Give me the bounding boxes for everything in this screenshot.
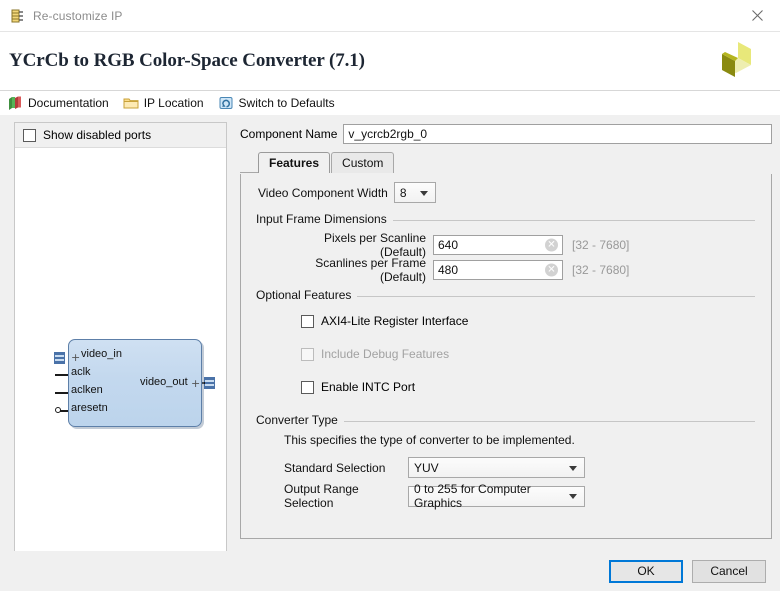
axi4-lite-register-interface-row[interactable]: AXI4-Lite Register Interface [301, 314, 468, 328]
output-range-selection-label: Output Range Selection [284, 482, 359, 510]
port-stub-video-in [54, 352, 65, 364]
port-label-aresetn: aresetn [71, 402, 108, 414]
settings-panel: Component Name v_ycrcb2rgb_0 Features Cu… [240, 115, 772, 551]
group-divider [343, 420, 755, 422]
pixels-per-scanline-row: Pixels per Scanline (Default) 640 ✕ [32 … [276, 231, 755, 259]
ports-panel: Show disabled ports + video_in aclk aclk… [14, 122, 227, 559]
include-debug-features-checkbox [301, 347, 314, 361]
window-title: Re-customize IP [33, 8, 123, 23]
pixels-per-scanline-hint: [32 - 7680] [572, 238, 630, 252]
converter-type-description: This specifies the type of converter to … [284, 433, 575, 447]
standard-selection-label: Standard Selection [284, 460, 386, 475]
switch-to-defaults-label: Switch to Defaults [238, 96, 335, 110]
books-icon [7, 95, 23, 111]
show-disabled-ports-row[interactable]: Show disabled ports [15, 123, 226, 148]
clear-icon[interactable]: ✕ [545, 238, 558, 252]
include-debug-features-row: Include Debug Features [301, 347, 449, 361]
video-component-width-label: Video Component Width [258, 185, 388, 200]
scanlines-per-frame-label: Scanlines per Frame (Default) [315, 256, 426, 284]
enable-intc-port-checkbox[interactable] [301, 380, 314, 394]
port-label-aclken: aclken [71, 384, 103, 396]
refresh-icon [218, 95, 234, 111]
output-range-selection-row: Output Range Selection 0 to 255 for Comp… [284, 482, 585, 510]
optional-features-title: Optional Features [256, 288, 352, 302]
ip-location-label: IP Location [143, 96, 204, 110]
component-name-row: Component Name v_ycrcb2rgb_0 [240, 115, 772, 145]
chevron-down-icon [419, 190, 428, 196]
tab-features[interactable]: Features [258, 152, 331, 173]
input-frame-dimensions-title: Input Frame Dimensions [256, 212, 387, 226]
standard-selection-value: YUV [414, 460, 439, 475]
scanlines-per-frame-row: Scanlines per Frame (Default) 480 ✕ [32 … [276, 256, 755, 284]
switch-to-defaults-button[interactable]: Switch to Defaults [218, 95, 335, 111]
input-frame-dimensions-group-header: Input Frame Dimensions [256, 212, 755, 226]
page-title: YCrCb to RGB Color-Space Converter (7.1) [9, 50, 365, 71]
bus-expand-icon-video-in[interactable]: + [71, 352, 80, 363]
bus-expand-icon-video-out[interactable]: + [191, 378, 200, 389]
converter-type-title: Converter Type [256, 413, 338, 427]
ip-block-icon [9, 8, 25, 24]
port-label-video-in: video_in [81, 348, 122, 360]
window-titlebar: Re-customize IP [0, 0, 780, 32]
axi4-lite-register-interface-label: AXI4-Lite Register Interface [321, 314, 469, 328]
standard-selection-row: Standard Selection YUV [284, 457, 585, 478]
optional-features-group-header: Optional Features [256, 288, 755, 302]
component-name-input[interactable]: v_ycrcb2rgb_0 [343, 124, 772, 144]
clear-icon[interactable]: ✕ [545, 263, 558, 277]
port-wire-aclk [55, 374, 69, 376]
close-icon[interactable] [735, 0, 780, 31]
port-label-aclk: aclk [71, 366, 91, 378]
pixels-per-scanline-label: Pixels per Scanline (Default) [323, 231, 426, 259]
ip-toolbar: Documentation IP Location Switch to Defa… [0, 91, 780, 116]
settings-tabs: Features Custom [240, 152, 772, 173]
scanlines-per-frame-hint: [32 - 7680] [572, 263, 630, 277]
standard-selection-combo[interactable]: YUV [408, 457, 585, 478]
pixels-per-scanline-input[interactable]: 640 ✕ [433, 235, 563, 255]
port-label-video-out: video_out [140, 376, 188, 388]
cancel-button[interactable]: Cancel [692, 559, 766, 583]
ip-location-button[interactable]: IP Location [123, 95, 204, 111]
chevron-down-icon [569, 494, 577, 499]
pixels-per-scanline-value: 640 [438, 238, 459, 252]
ip-block-diagram: + video_in aclk aclken aresetn video_out… [15, 148, 226, 558]
documentation-button[interactable]: Documentation [7, 95, 109, 111]
dialog-body: Show disabled ports + video_in aclk aclk… [0, 115, 780, 559]
video-component-width-combo[interactable]: 8 [393, 182, 436, 203]
output-range-selection-value: 0 to 255 for Computer Graphics [414, 482, 531, 510]
scanlines-per-frame-input[interactable]: 480 ✕ [433, 260, 563, 280]
port-wire-aclken [55, 392, 69, 394]
component-name-label: Component Name [240, 127, 338, 141]
dialog-footer: OK Cancel [0, 551, 780, 591]
include-debug-features-label: Include Debug Features [321, 347, 450, 361]
folder-icon [123, 95, 139, 111]
video-component-width-value: 8 [399, 185, 407, 200]
enable-intc-port-label: Enable INTC Port [321, 380, 416, 394]
show-disabled-ports-checkbox[interactable] [23, 128, 36, 142]
chevron-down-icon [569, 465, 577, 471]
axi4-lite-register-interface-checkbox[interactable] [301, 314, 314, 328]
group-divider [357, 295, 755, 297]
group-divider [392, 219, 755, 221]
documentation-label: Documentation [28, 96, 109, 110]
tab-custom[interactable]: Custom [331, 152, 395, 173]
output-range-selection-combo[interactable]: 0 to 255 for Computer Graphics [408, 482, 585, 510]
scanlines-per-frame-value: 480 [438, 263, 459, 277]
xilinx-logo [708, 40, 764, 86]
enable-intc-port-row[interactable]: Enable INTC Port [301, 380, 415, 394]
converter-type-group-header: Converter Type [256, 413, 755, 427]
video-component-width-row: Video Component Width 8 [258, 182, 436, 203]
page-header: YCrCb to RGB Color-Space Converter (7.1) [0, 32, 780, 91]
port-bubble-aresetn [55, 407, 61, 413]
ok-button[interactable]: OK [609, 559, 683, 583]
features-tab-panel: Video Component Width 8 Input Frame Dime… [240, 174, 772, 539]
port-stub-video-out [204, 377, 215, 389]
show-disabled-ports-label: Show disabled ports [43, 128, 152, 142]
